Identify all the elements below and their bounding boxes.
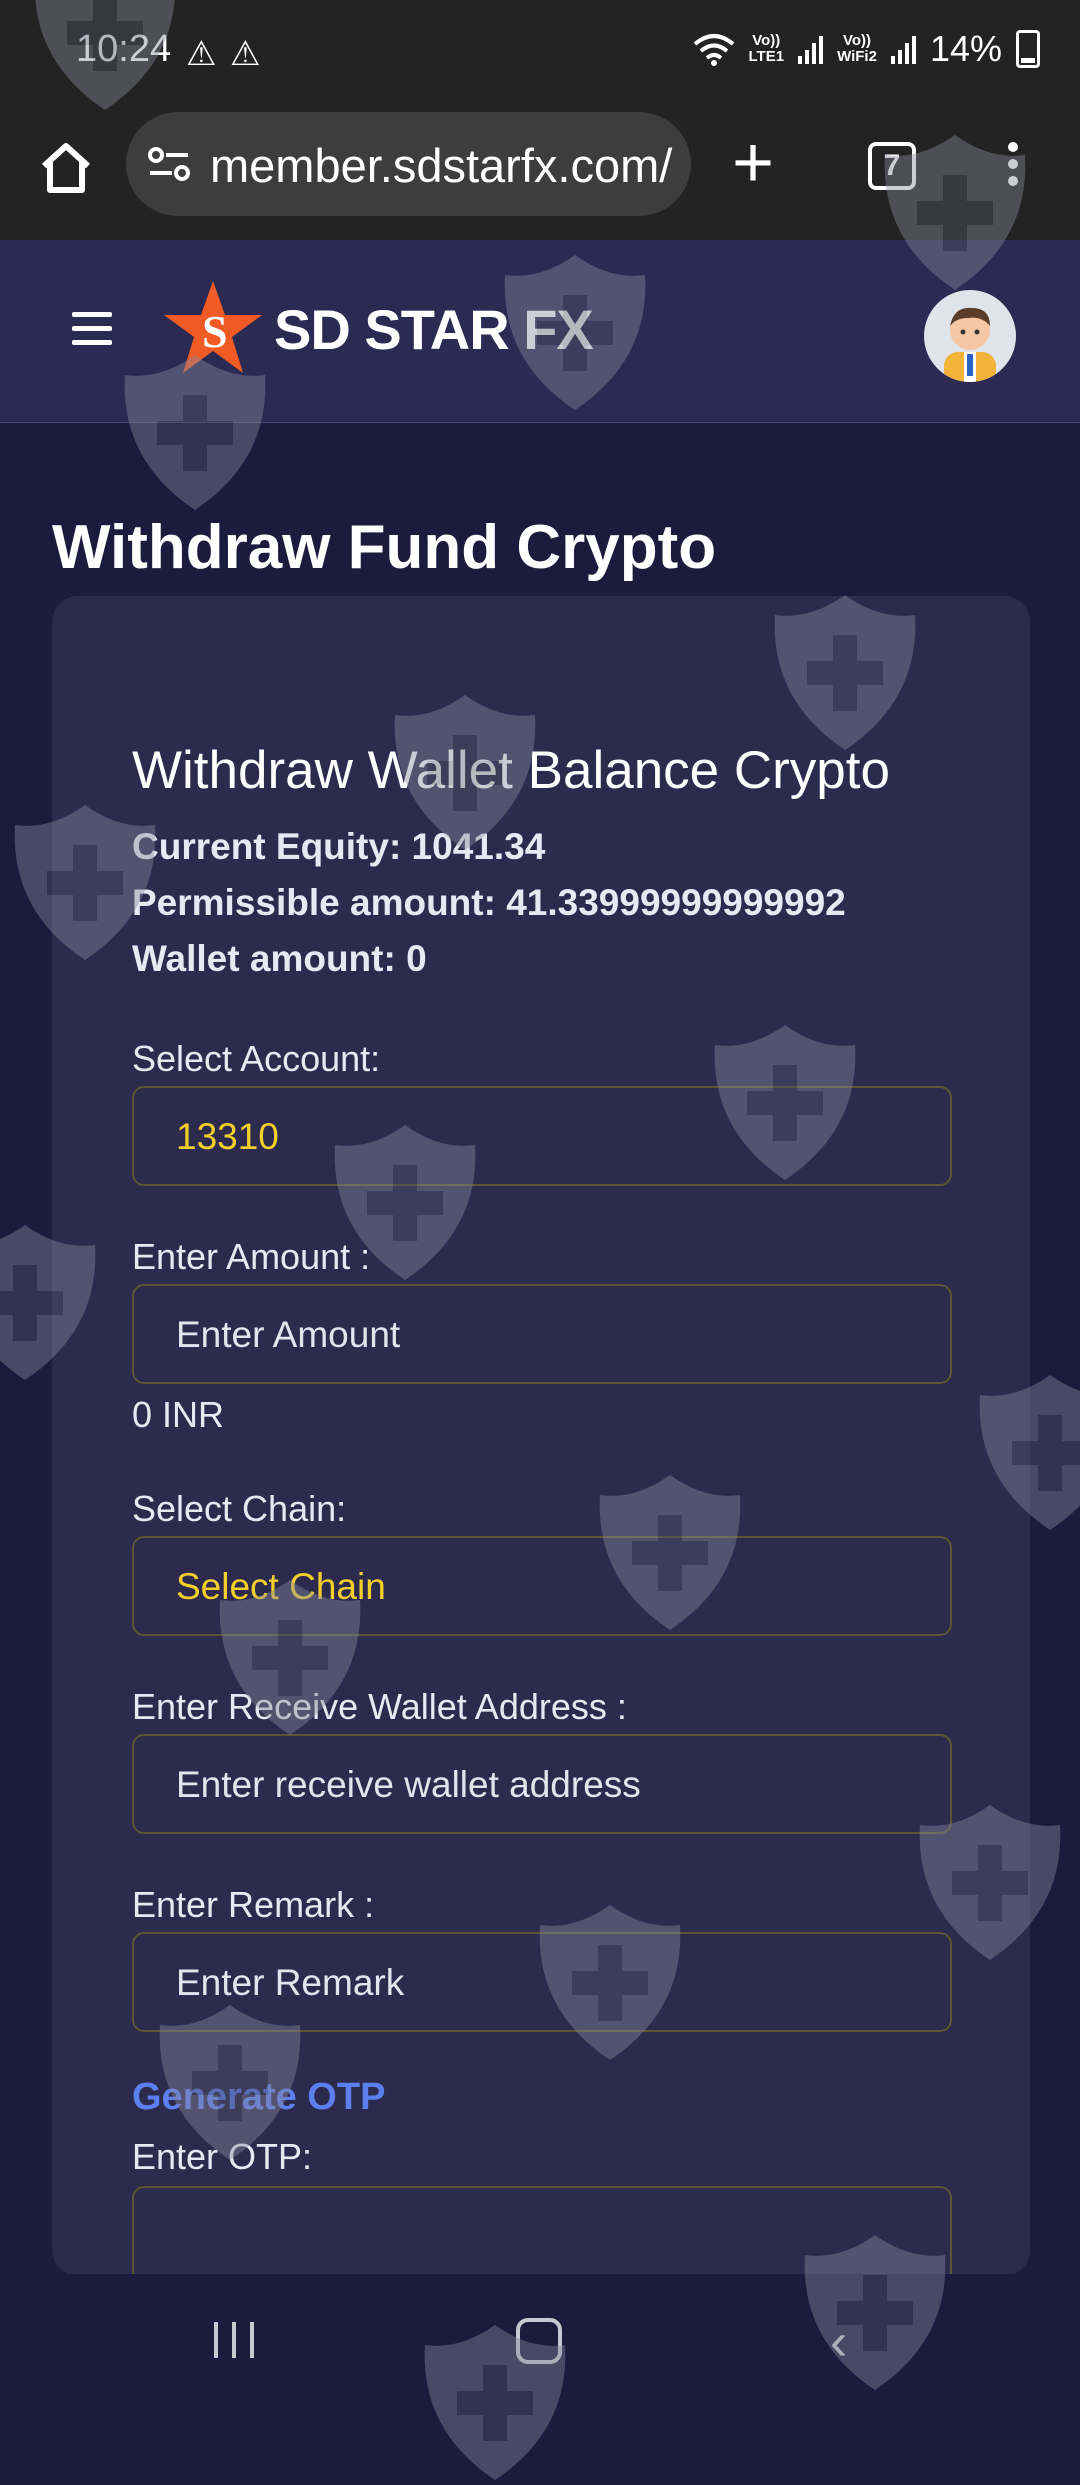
wallet-amount: Wallet amount: 0 [132, 938, 427, 979]
more-options-icon[interactable] [1008, 142, 1020, 193]
home-icon[interactable] [36, 138, 96, 198]
chain-select[interactable]: Select Chain [132, 1536, 952, 1636]
amount-input[interactable]: Enter Amount [132, 1284, 952, 1384]
sim2-indicator: Vo)) WiFi2 [837, 32, 877, 65]
brand-logo[interactable]: S SD STAR FX [158, 274, 594, 384]
signal-icon [890, 34, 916, 64]
wifi-icon [693, 34, 734, 66]
card-title: Withdraw Wallet Balance Crypto [132, 741, 890, 800]
status-indicators: Vo)) LTE1 Vo)) WiFi2 14% [693, 28, 1040, 70]
url-text[interactable]: member.sdstarfx.com/ [210, 138, 672, 193]
amount-placeholder: Enter Amount [176, 1314, 401, 1355]
site-header: S SD STAR FX [0, 240, 1080, 423]
menu-icon[interactable] [72, 312, 112, 354]
permissible-amount: Permissible amount: 41.33999999999992 [132, 882, 846, 923]
signal-icon [798, 34, 824, 64]
sim1-indicator: Vo)) LTE1 [748, 32, 785, 65]
amount-inr: 0 INR [132, 1394, 225, 1435]
battery-icon [1016, 30, 1040, 68]
account-select-value: 13310 [176, 1116, 279, 1157]
site-settings-icon[interactable] [148, 146, 190, 182]
tab-switcher-button[interactable]: 7 [868, 142, 916, 190]
status-time: 10:24 [76, 28, 172, 70]
star-logo-icon: S [164, 281, 262, 373]
warning-icon: ⚠ [186, 35, 217, 73]
wallet-address-label: Enter Receive Wallet Address : [132, 1686, 627, 1727]
page-title: Withdraw Fund Crypto [52, 513, 717, 582]
battery-percent: 14% [929, 28, 1002, 69]
remark-label: Enter Remark : [132, 1884, 375, 1925]
chain-label: Select Chain: [132, 1488, 347, 1529]
withdraw-card: Withdraw Wallet Balance Crypto Current E… [52, 596, 1030, 2306]
amount-label: Enter Amount : [132, 1236, 371, 1277]
account-select[interactable]: 13310 [132, 1086, 952, 1186]
user-avatar-icon [944, 307, 996, 382]
current-equity: Current Equity: 1041.34 [132, 826, 546, 867]
svg-text:S: S [202, 306, 228, 357]
status-bar: 10:24 ⚠ ⚠ Vo)) LTE1 Vo)) WiFi2 14% [0, 0, 1080, 108]
back-button[interactable]: ‹ [830, 2312, 847, 2372]
home-button[interactable] [516, 2318, 562, 2364]
generate-otp-link[interactable]: Generate OTP [132, 2076, 385, 2119]
system-nav-bar: ‹ [0, 2274, 1080, 2400]
recents-button[interactable] [214, 2322, 254, 2358]
otp-label: Enter OTP: [132, 2136, 313, 2177]
new-tab-icon[interactable]: + [732, 127, 774, 199]
wallet-address-placeholder: Enter receive wallet address [176, 1764, 641, 1805]
remark-placeholder: Enter Remark [176, 1962, 405, 2003]
chain-select-value: Select Chain [176, 1566, 386, 1607]
avatar[interactable] [924, 290, 1016, 382]
address-bar[interactable]: member.sdstarfx.com/ [126, 112, 691, 216]
wallet-address-input[interactable]: Enter receive wallet address [132, 1734, 952, 1834]
select-account-label: Select Account: [132, 1038, 381, 1079]
browser-toolbar: member.sdstarfx.com/ + 7 [0, 108, 1080, 240]
logo-text: SD STAR FX [274, 297, 594, 361]
warning-icon: ⚠ [230, 35, 261, 73]
remark-input[interactable]: Enter Remark [132, 1932, 952, 2032]
